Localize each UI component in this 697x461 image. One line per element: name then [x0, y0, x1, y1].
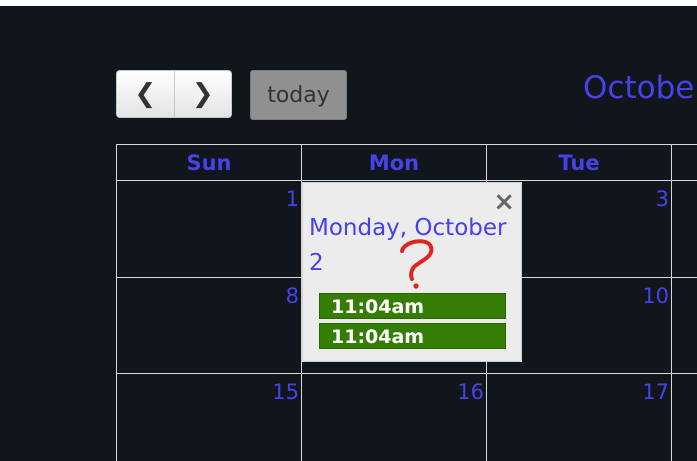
next-button[interactable]: ❯ — [173, 71, 231, 117]
calendar-app: ❮ ❯ today Octobe Sun Mon Tue 1 3 8 10 15… — [0, 6, 697, 461]
prev-button[interactable]: ❮ — [117, 71, 174, 117]
day-number[interactable]: 10 — [642, 284, 669, 308]
today-button[interactable]: today — [250, 70, 347, 120]
day-cell[interactable]: 16 — [301, 373, 487, 461]
chevron-right-icon: ❯ — [191, 79, 214, 109]
day-number[interactable]: 1 — [286, 187, 299, 211]
day-cell[interactable] — [671, 277, 697, 374]
header-tue: Tue — [486, 144, 672, 181]
day-popover: × Monday, October 2 11:04am 11:04am — [302, 182, 522, 362]
question-mark-annotation — [400, 239, 434, 289]
day-number[interactable]: 8 — [286, 284, 299, 308]
event-item[interactable]: 11:04am — [319, 293, 506, 319]
day-cell[interactable]: 1 — [116, 180, 302, 278]
day-number[interactable]: 15 — [272, 380, 299, 404]
day-number[interactable]: 16 — [457, 380, 484, 404]
day-number[interactable]: 3 — [656, 187, 669, 211]
header-sun: Sun — [116, 144, 302, 181]
chevron-left-icon: ❮ — [134, 79, 157, 109]
nav-button-group: ❮ ❯ — [116, 70, 232, 118]
day-cell[interactable]: 15 — [116, 373, 302, 461]
header-mon: Mon — [301, 144, 487, 181]
day-cell[interactable] — [671, 373, 697, 461]
day-number[interactable]: 17 — [642, 380, 669, 404]
event-item[interactable]: 11:04am — [319, 323, 506, 349]
header-wed — [671, 144, 697, 181]
day-cell[interactable]: 8 — [116, 277, 302, 374]
calendar-title: Octobe — [583, 70, 695, 106]
day-cell[interactable]: 17 — [486, 373, 672, 461]
day-cell[interactable] — [671, 180, 697, 278]
